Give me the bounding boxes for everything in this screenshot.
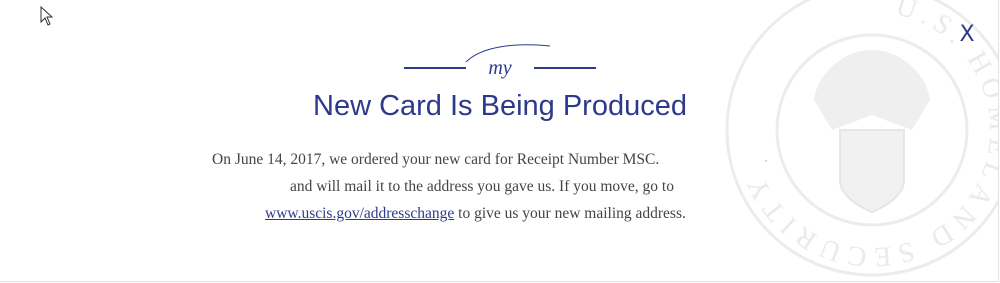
message-line-1: On June 14, 2017, we ordered your new ca… [212, 151, 660, 168]
close-button[interactable]: X [954, 22, 980, 48]
my-uscis-logo: my [404, 44, 596, 79]
logo-text: my [488, 57, 511, 79]
separator-dot [765, 160, 767, 162]
message-line-3: www.uscis.gov/addresschange to give us y… [265, 205, 686, 223]
message-line-2: and will mail it to the address you gave… [290, 178, 674, 195]
mouse-pointer-icon [40, 6, 54, 26]
notification-modal: U.S. HOMELAND SECURITY X my New Card Is … [0, 0, 999, 282]
address-change-link[interactable]: www.uscis.gov/addresschange [265, 205, 454, 222]
message-line-3-text: to give us your new mailing address. [454, 205, 686, 222]
page-title: New Card Is Being Produced [313, 90, 687, 122]
